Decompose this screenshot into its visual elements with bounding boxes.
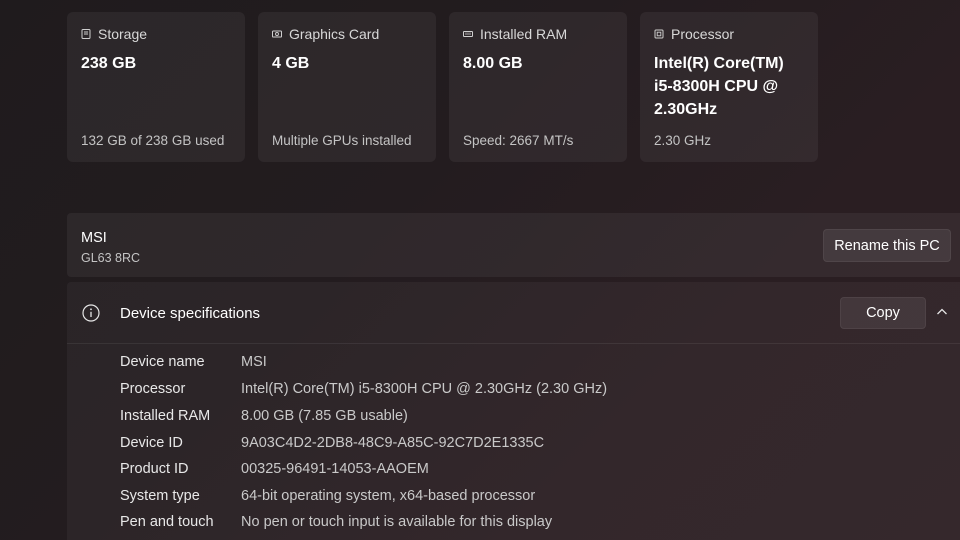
spec-label: Installed RAM bbox=[120, 408, 211, 424]
spec-row-device-name: Device name MSI bbox=[120, 354, 267, 376]
spec-row-device-id: Device ID 9A03C4D2-2DB8-48C9-A85C-92C7D2… bbox=[120, 435, 544, 457]
copy-button[interactable]: Copy bbox=[840, 297, 926, 329]
card-subtitle: 2.30 GHz bbox=[654, 133, 712, 148]
spec-value: 00325-96491-14053-AAOEM bbox=[241, 461, 429, 477]
card-title: Installed RAM bbox=[480, 26, 568, 42]
card-subtitle: Speed: 2667 MT/s bbox=[463, 133, 574, 148]
installed-ram-card: Installed RAM 8.00 GB Speed: 2667 MT/s bbox=[449, 12, 627, 162]
device-specifications-header[interactable]: Device specifications Copy bbox=[67, 282, 960, 344]
graphics-card-icon bbox=[272, 30, 282, 38]
spec-row-installed-ram: Installed RAM 8.00 GB (7.85 GB usable) bbox=[120, 408, 408, 430]
card-header: Storage bbox=[81, 26, 231, 42]
device-model: GL63 8RC bbox=[81, 251, 141, 265]
card-header: Processor bbox=[654, 26, 804, 42]
card-title: Processor bbox=[671, 26, 735, 42]
card-subtitle: 132 GB of 238 GB used bbox=[81, 133, 225, 148]
spec-value: MSI bbox=[241, 354, 267, 370]
processor-card: Processor Intel(R) Core(TM) i5-8300H CPU… bbox=[640, 12, 818, 162]
spec-label: Pen and touch bbox=[120, 514, 214, 530]
spec-row-pen-and-touch: Pen and touch No pen or touch input is a… bbox=[120, 514, 552, 536]
spec-label: System type bbox=[120, 488, 200, 504]
device-name-bar: MSI GL63 8RC Rename this PC bbox=[67, 213, 960, 277]
spec-label: Product ID bbox=[120, 461, 189, 477]
spec-value: No pen or touch input is available for t… bbox=[241, 514, 553, 530]
spec-value: 8.00 GB (7.85 GB usable) bbox=[241, 408, 408, 424]
spec-label: Device ID bbox=[120, 435, 183, 451]
section-title: Device specifications bbox=[120, 305, 261, 322]
device-specifications-panel: Device specifications Copy Device name M… bbox=[67, 282, 960, 540]
spec-label: Device name bbox=[120, 354, 205, 370]
card-header: Installed RAM bbox=[463, 26, 613, 42]
spec-row-processor: Processor Intel(R) Core(TM) i5-8300H CPU… bbox=[120, 381, 607, 403]
chevron-up-icon[interactable] bbox=[936, 307, 948, 317]
rename-pc-button[interactable]: Rename this PC bbox=[823, 229, 951, 262]
device-brand: MSI bbox=[81, 230, 107, 246]
spec-value: 9A03C4D2-2DB8-48C9-A85C-92C7D2E1335C bbox=[241, 435, 545, 451]
ram-icon bbox=[463, 31, 473, 37]
card-title: Storage bbox=[98, 26, 148, 42]
spec-row-product-id: Product ID 00325-96491-14053-AAOEM bbox=[120, 461, 429, 483]
spec-value: Intel(R) Core(TM) i5-8300H CPU @ 2.30GHz… bbox=[241, 381, 608, 397]
info-icon bbox=[82, 304, 100, 322]
storage-icon bbox=[81, 29, 91, 39]
card-value: Intel(R) Core(TM) i5-8300H CPU @ 2.30GHz bbox=[654, 55, 784, 118]
card-header: Graphics Card bbox=[272, 26, 422, 42]
spec-value: 64-bit operating system, x64-based proce… bbox=[241, 488, 536, 504]
processor-icon bbox=[654, 29, 664, 39]
spec-row-system-type: System type 64-bit operating system, x64… bbox=[120, 488, 535, 510]
card-value: 4 GB bbox=[272, 55, 310, 72]
storage-card: Storage 238 GB 132 GB of 238 GB used bbox=[67, 12, 245, 162]
card-value: 238 GB bbox=[81, 55, 137, 72]
spec-label: Processor bbox=[120, 381, 186, 397]
card-title: Graphics Card bbox=[289, 26, 380, 42]
card-value: 8.00 GB bbox=[463, 55, 523, 72]
graphics-card-card: Graphics Card 4 GB Multiple GPUs install… bbox=[258, 12, 436, 162]
card-subtitle: Multiple GPUs installed bbox=[272, 133, 412, 148]
